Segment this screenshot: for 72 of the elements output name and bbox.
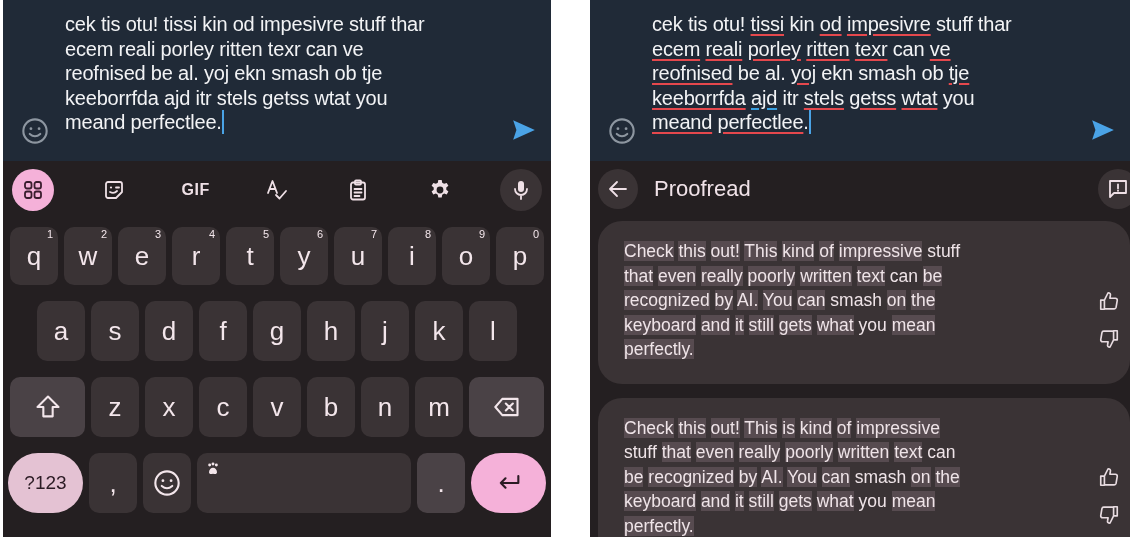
number-hint: 3	[154, 228, 161, 240]
key[interactable]: q 1	[10, 227, 58, 285]
key[interactable]: m	[415, 377, 463, 437]
shift-key[interactable]	[10, 377, 85, 437]
key[interactable]: f	[199, 301, 247, 361]
key[interactable]: a	[37, 301, 85, 361]
number-hint: 4	[208, 228, 215, 240]
message-text: cek tis otu! tissi kin od impesivre stuff thar ecem reali porley ritten texr can ve reofnised be al. yoj ekn smash ob tje keeborrfda ajd itr stels getss wtat you meand perfectlee.	[65, 12, 425, 135]
thumbs-down-icon[interactable]	[1098, 504, 1120, 526]
number-hint: 2	[100, 228, 107, 240]
feedback-button[interactable]	[1098, 169, 1130, 209]
key[interactable]: g	[253, 301, 301, 361]
key[interactable]: l	[469, 301, 517, 361]
paw-icon	[205, 461, 221, 477]
key[interactable]: k	[415, 301, 463, 361]
key[interactable]: d	[145, 301, 193, 361]
emoji-key[interactable]	[143, 453, 191, 513]
thumbs-up-icon[interactable]	[1098, 466, 1120, 488]
smiley-icon	[153, 469, 181, 497]
key[interactable]: j	[361, 301, 409, 361]
key[interactable]: c	[199, 377, 247, 437]
backspace-key[interactable]	[469, 377, 544, 437]
spellcheck-icon	[265, 178, 289, 202]
text-cursor	[808, 110, 811, 134]
message-field[interactable]: cek tis otu! tissi kin od impesivre stuff thar ecem reali porley ritten texr can ve reofnised be al. yoj ekn smash ob tje keeborrfda ajd itr stels getss wtat you meand perfectlee.	[3, 0, 551, 161]
number-hint: 7	[370, 228, 377, 240]
suggestion-card[interactable]: Check this out! This kind of impressive stuff that even really poorly written text can be recognized by AI. You can smash on the keyboard and it still gets what you mean perfectly.	[598, 221, 1130, 384]
key[interactable]: y 6	[280, 227, 328, 285]
key[interactable]: .	[417, 453, 465, 513]
suggestion-text: Check this out! This is kind of impressive stuff that even really poorly written text can be recognized by AI. You can smash on the keyboard and it still gets what you mean perfectly.	[624, 416, 961, 537]
thumbs-up-icon[interactable]	[1098, 289, 1120, 312]
key[interactable]: i 8	[388, 227, 436, 285]
gif-button[interactable]: GIF	[174, 169, 217, 211]
key[interactable]: o 9	[442, 227, 490, 285]
feedback-icon	[1106, 177, 1130, 201]
smiley-icon[interactable]	[21, 117, 49, 145]
suggestion-text: Check this out! This kind of impressive stuff that even really poorly written text can be recognized by AI. You can smash on the keyboard and it still gets what you mean perfectly.	[624, 240, 962, 361]
key[interactable]: e 3	[118, 227, 166, 285]
grid-button[interactable]	[12, 169, 54, 211]
send-icon[interactable]	[1090, 117, 1116, 143]
key[interactable]: p 0	[496, 227, 544, 285]
number-hint: 5	[262, 228, 269, 240]
message-field[interactable]: cek tis otu! tissi kin od impesivre stuff thar ecem reali porley ritten texr can ve reofnised be al. yoj ekn smash ob tje keeborrfda ajd itr stels getss wtat you meand perfectlee.	[590, 0, 1130, 161]
key[interactable]: r 4	[172, 227, 220, 285]
key[interactable]: z	[91, 377, 139, 437]
smiley-icon[interactable]	[608, 117, 636, 145]
key[interactable]: s	[91, 301, 139, 361]
proofread-title: Proofread	[654, 176, 751, 202]
key[interactable]: ,	[89, 453, 137, 513]
thumbs-down-icon[interactable]	[1098, 327, 1120, 350]
key[interactable]: b	[307, 377, 355, 437]
key[interactable]: w 2	[64, 227, 112, 285]
number-hint: 6	[316, 228, 323, 240]
key[interactable]: h	[307, 301, 355, 361]
microphone-button[interactable]	[499, 169, 542, 211]
key[interactable]: v	[253, 377, 301, 437]
number-hint: 8	[424, 228, 431, 240]
text-cursor	[221, 110, 224, 134]
enter-key[interactable]	[471, 453, 546, 513]
grid-icon	[21, 178, 45, 202]
back-button[interactable]	[598, 169, 638, 209]
number-hint: 9	[478, 228, 485, 240]
send-icon[interactable]	[511, 117, 537, 143]
key[interactable]: n	[361, 377, 409, 437]
key[interactable]: u 7	[334, 227, 382, 285]
suggestion-card[interactable]: Check this out! This is kind of impressive stuff that even really poorly written text can be recognized by AI. You can smash on the keyboard and it still gets what you mean perfectly.	[598, 397, 1130, 537]
key[interactable]: t 5	[226, 227, 274, 285]
symbols-key[interactable]: ?123	[8, 453, 83, 513]
message-text: cek tis otu! tissi kin od impesivre stuff thar ecem reali porley ritten texr can ve reofnised be al. yoj ekn smash ob tje keeborrfda ajd itr stels getss wtat you meand perfectlee.	[652, 12, 1012, 135]
number-hint: 1	[46, 228, 53, 240]
number-hint: 0	[532, 228, 539, 240]
key[interactable]: x	[145, 377, 193, 437]
